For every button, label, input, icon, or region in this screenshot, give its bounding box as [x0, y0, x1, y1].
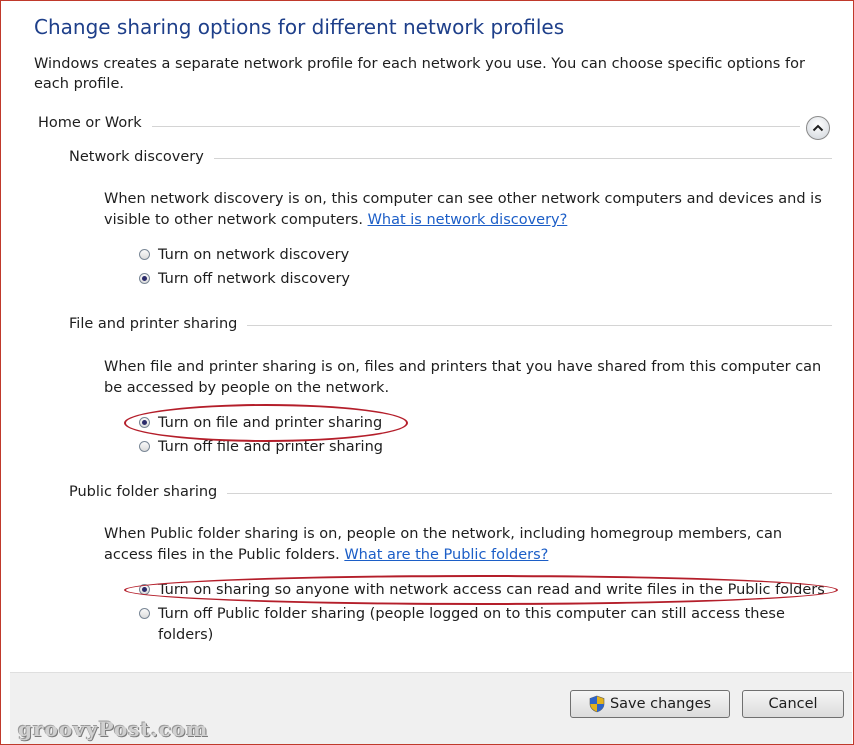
file-sharing-heading: File and printer sharing [69, 316, 248, 332]
page-title: Change sharing options for different net… [34, 15, 565, 39]
save-changes-button[interactable]: Save changes [570, 690, 730, 718]
public-sharing-on-radio[interactable] [139, 584, 150, 595]
public-sharing-off-radio[interactable] [139, 608, 150, 619]
collapse-button[interactable] [806, 116, 830, 140]
chevron-up-icon [812, 124, 824, 132]
public-sharing-text: When Public folder sharing is on, people… [104, 526, 783, 563]
watermark: groovyPost.com [18, 717, 209, 741]
network-discovery-off-radio[interactable] [139, 273, 150, 284]
cancel-button[interactable]: Cancel [742, 690, 844, 718]
file-sharing-off-option[interactable]: Turn off file and printer sharing [139, 437, 383, 458]
network-discovery-on-radio[interactable] [139, 249, 150, 260]
network-discovery-text: When network discovery is on, this compu… [104, 191, 822, 228]
public-sharing-on-option[interactable]: Turn on sharing so anyone with network a… [139, 580, 825, 601]
file-sharing-text: When file and printer sharing is on, fil… [104, 359, 822, 396]
file-sharing-off-radio[interactable] [139, 441, 150, 452]
profile-heading: Home or Work [38, 115, 152, 131]
network-discovery-heading: Network discovery [69, 149, 214, 165]
public-sharing-heading: Public folder sharing [69, 484, 228, 500]
page-description: Windows creates a separate network profi… [34, 56, 805, 92]
file-sharing-on-option[interactable]: Turn on file and printer sharing [139, 413, 382, 434]
uac-shield-icon [589, 695, 605, 713]
public-sharing-off-option[interactable]: Turn off Public folder sharing (people l… [139, 604, 785, 646]
network-discovery-on-option[interactable]: Turn on network discovery [139, 245, 349, 266]
public-folders-help-link[interactable]: What are the Public folders? [344, 547, 548, 563]
network-discovery-off-option[interactable]: Turn off network discovery [139, 269, 350, 290]
file-sharing-on-radio[interactable] [139, 417, 150, 428]
profile-divider [40, 126, 800, 127]
network-discovery-help-link[interactable]: What is network discovery? [368, 212, 568, 228]
